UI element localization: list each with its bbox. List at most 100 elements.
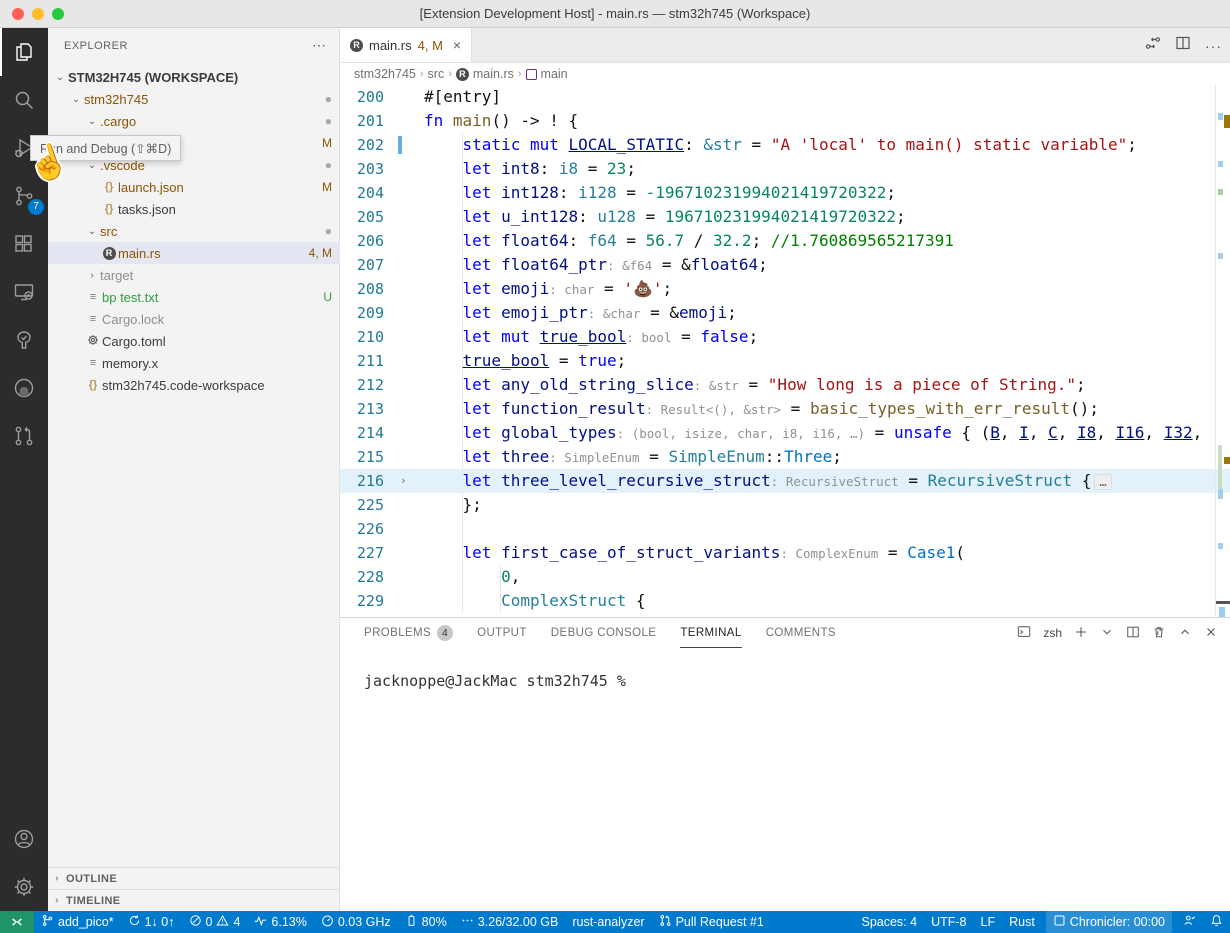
code-line-205[interactable]: 205 let u_int128: u128 = 196710231994021… — [340, 205, 1230, 229]
terminal-dropdown-icon[interactable] — [1100, 625, 1114, 642]
minimize-window-button[interactable] — [32, 8, 44, 20]
code-line-226[interactable]: 226 — [340, 517, 1230, 541]
code-line-207[interactable]: 207 let float64_ptr: &f64 = &float64; — [340, 253, 1230, 277]
activity-item-explorer[interactable] — [0, 28, 48, 76]
code-line-202[interactable]: 202 static mut LOCAL_STATIC: &str = "A '… — [340, 133, 1230, 157]
status-item-eol[interactable]: LF — [974, 911, 1003, 933]
tree-item-src[interactable]: ⌄src● — [48, 220, 340, 242]
breadcrumb-item-stm32h745[interactable]: stm32h745 — [354, 67, 416, 81]
status-item-language[interactable]: Rust — [1002, 911, 1042, 933]
activity-item-github[interactable] — [0, 364, 48, 412]
breadcrumb-item-src[interactable]: src — [428, 67, 445, 81]
tree-item-bp-test.txt[interactable]: ≡bp test.txtU — [48, 286, 340, 308]
gutter — [390, 277, 424, 301]
panel-tab-output[interactable]: OUTPUT — [477, 618, 527, 648]
gutter — [390, 133, 424, 157]
views-and-more-actions-button[interactable]: ⋯ — [312, 37, 327, 54]
code-line-208[interactable]: 208 let emoji: char = '💩'; — [340, 277, 1230, 301]
close-tab-icon[interactable]: × — [453, 37, 461, 53]
activity-item-accounts[interactable] — [0, 815, 48, 863]
terminal-shell-label[interactable]: zsh — [1043, 626, 1062, 640]
status-item-branch[interactable]: add_pico* — [34, 911, 121, 933]
code-line-225[interactable]: 225 }; — [340, 493, 1230, 517]
code-line-213[interactable]: 213 let function_result: Result<(), &str… — [340, 397, 1230, 421]
code-line-215[interactable]: 215 let three: SimpleEnum = SimpleEnum::… — [340, 445, 1230, 469]
code-line-201[interactable]: 201fn main() -> ! { — [340, 109, 1230, 133]
code-editor[interactable]: 200#[entry]201fn main() -> ! {202 static… — [340, 85, 1230, 617]
status-item-memory[interactable]: 3.26/32.00 GB — [454, 911, 566, 933]
breadcrumb-item-main-rs[interactable]: Rmain.rs — [456, 67, 514, 81]
more-actions-icon[interactable]: ··· — [1205, 38, 1222, 54]
tree-item-memory.x[interactable]: ≡memory.x — [48, 352, 340, 374]
tree-item-stm32h745[interactable]: ⌄stm32h745● — [48, 88, 340, 110]
code-line-211[interactable]: 211 true_bool = true; — [340, 349, 1230, 373]
panel-tab-comments[interactable]: COMMENTS — [766, 618, 836, 648]
maximize-panel-icon[interactable] — [1178, 625, 1192, 642]
tree-item-.cargo[interactable]: ⌄.cargo● — [48, 110, 340, 132]
code-line-229[interactable]: 229 ComplexStruct { — [340, 589, 1230, 613]
status-item-notifications[interactable] — [1203, 911, 1230, 933]
tree-item-tasks.json[interactable]: {}tasks.json — [48, 198, 340, 220]
status-item-battery[interactable]: 80% — [398, 911, 454, 933]
code-line-206[interactable]: 206 let float64: f64 = 56.7 / 32.2; //1.… — [340, 229, 1230, 253]
status-item-rust-analyzer[interactable]: rust-analyzer — [565, 911, 651, 933]
status-item-encoding[interactable]: UTF-8 — [924, 911, 973, 933]
activity-item-settings[interactable] — [0, 863, 48, 911]
activity-item-testing[interactable] — [0, 316, 48, 364]
new-terminal-icon[interactable] — [1074, 625, 1088, 642]
status-item-problems[interactable]: 04 — [182, 911, 248, 933]
fold-chevron-icon[interactable]: › — [400, 469, 407, 493]
code-line-200[interactable]: 200#[entry] — [340, 85, 1230, 109]
status-item-chronicler[interactable]: Chronicler: 00:00 — [1046, 911, 1172, 933]
lines-icon: ≡ — [84, 291, 102, 303]
gutter — [390, 373, 424, 397]
status-item-cpu-freq[interactable]: 0.03 GHz — [314, 911, 398, 933]
tree-item-main.rs[interactable]: Rmain.rs4, M — [48, 242, 340, 264]
panel-tab-terminal[interactable]: TERMINAL — [680, 618, 741, 648]
remote-indicator[interactable] — [0, 911, 34, 933]
status-item-feedback[interactable] — [1176, 911, 1203, 933]
terminal-shell-icon[interactable] — [1017, 625, 1031, 642]
code-line-214[interactable]: 214 let global_types: (bool, isize, char… — [340, 421, 1230, 445]
status-item-pull-request[interactable]: Pull Request #1 — [652, 911, 771, 933]
activity-item-search[interactable] — [0, 76, 48, 124]
tree-item-cargo.toml[interactable]: Cargo.toml — [48, 330, 340, 352]
status-item-indentation[interactable]: Spaces: 4 — [854, 911, 924, 933]
code-line-212[interactable]: 212 let any_old_string_slice: &str = "Ho… — [340, 373, 1230, 397]
gutter — [390, 253, 424, 277]
editor-area: R main.rs 4, M × ··· stm32h745›src›Rmain… — [340, 28, 1230, 617]
status-item-sync[interactable]: 1↓ 0↑ — [121, 911, 182, 933]
tree-item-cargo.lock[interactable]: ≡Cargo.lock — [48, 308, 340, 330]
code-line-210[interactable]: 210 let mut true_bool: bool = false; — [340, 325, 1230, 349]
close-window-button[interactable] — [12, 8, 24, 20]
tree-item-stm32h745-workspace-[interactable]: ⌄STM32H745 (WORKSPACE) — [48, 66, 340, 88]
tree-item-target[interactable]: ›target — [48, 264, 340, 286]
zoom-window-button[interactable] — [52, 8, 64, 20]
code-line-209[interactable]: 209 let emoji_ptr: &char = &emoji; — [340, 301, 1230, 325]
code-line-227[interactable]: 227 let first_case_of_struct_variants: C… — [340, 541, 1230, 565]
code-line-228[interactable]: 228 0, — [340, 565, 1230, 589]
json-icon: {} — [100, 203, 118, 215]
sidebar-section-outline[interactable]: ›OUTLINE — [48, 867, 340, 889]
terminal-output[interactable]: jacknoppe@JackMac stm32h745 % — [340, 648, 1230, 690]
activity-item-pull-requests[interactable] — [0, 412, 48, 460]
tree-item-stm32h745.code-workspace[interactable]: {}stm32h745.code-workspace — [48, 374, 340, 396]
kill-terminal-icon[interactable] — [1152, 625, 1166, 642]
activity-item-remote-explorer[interactable] — [0, 268, 48, 316]
panel-tab-problems[interactable]: PROBLEMS4 — [364, 618, 453, 648]
open-changes-icon[interactable] — [1145, 35, 1161, 56]
tree-item-launch.json[interactable]: {}launch.jsonM — [48, 176, 340, 198]
status-item-cpu-usage[interactable]: 6.13% — [247, 911, 313, 933]
split-editor-icon[interactable] — [1175, 35, 1191, 56]
split-terminal-icon[interactable] — [1126, 625, 1140, 642]
activity-item-extensions[interactable] — [0, 220, 48, 268]
sidebar-section-timeline[interactable]: ›TIMELINE — [48, 889, 340, 911]
close-panel-icon[interactable] — [1204, 625, 1218, 642]
panel-tab-debug-console[interactable]: DEBUG CONSOLE — [551, 618, 657, 648]
breadcrumb-item-main[interactable]: main — [526, 67, 568, 81]
code-line-204[interactable]: 204 let int128: i128 = -1967102319940214… — [340, 181, 1230, 205]
code-text: let three: SimpleEnum = SimpleEnum::Thre… — [424, 445, 1230, 469]
code-line-216[interactable]: 216› let three_level_recursive_struct: R… — [340, 469, 1230, 493]
tab-main-rs[interactable]: R main.rs 4, M × — [340, 28, 472, 62]
code-line-203[interactable]: 203 let int8: i8 = 23; — [340, 157, 1230, 181]
